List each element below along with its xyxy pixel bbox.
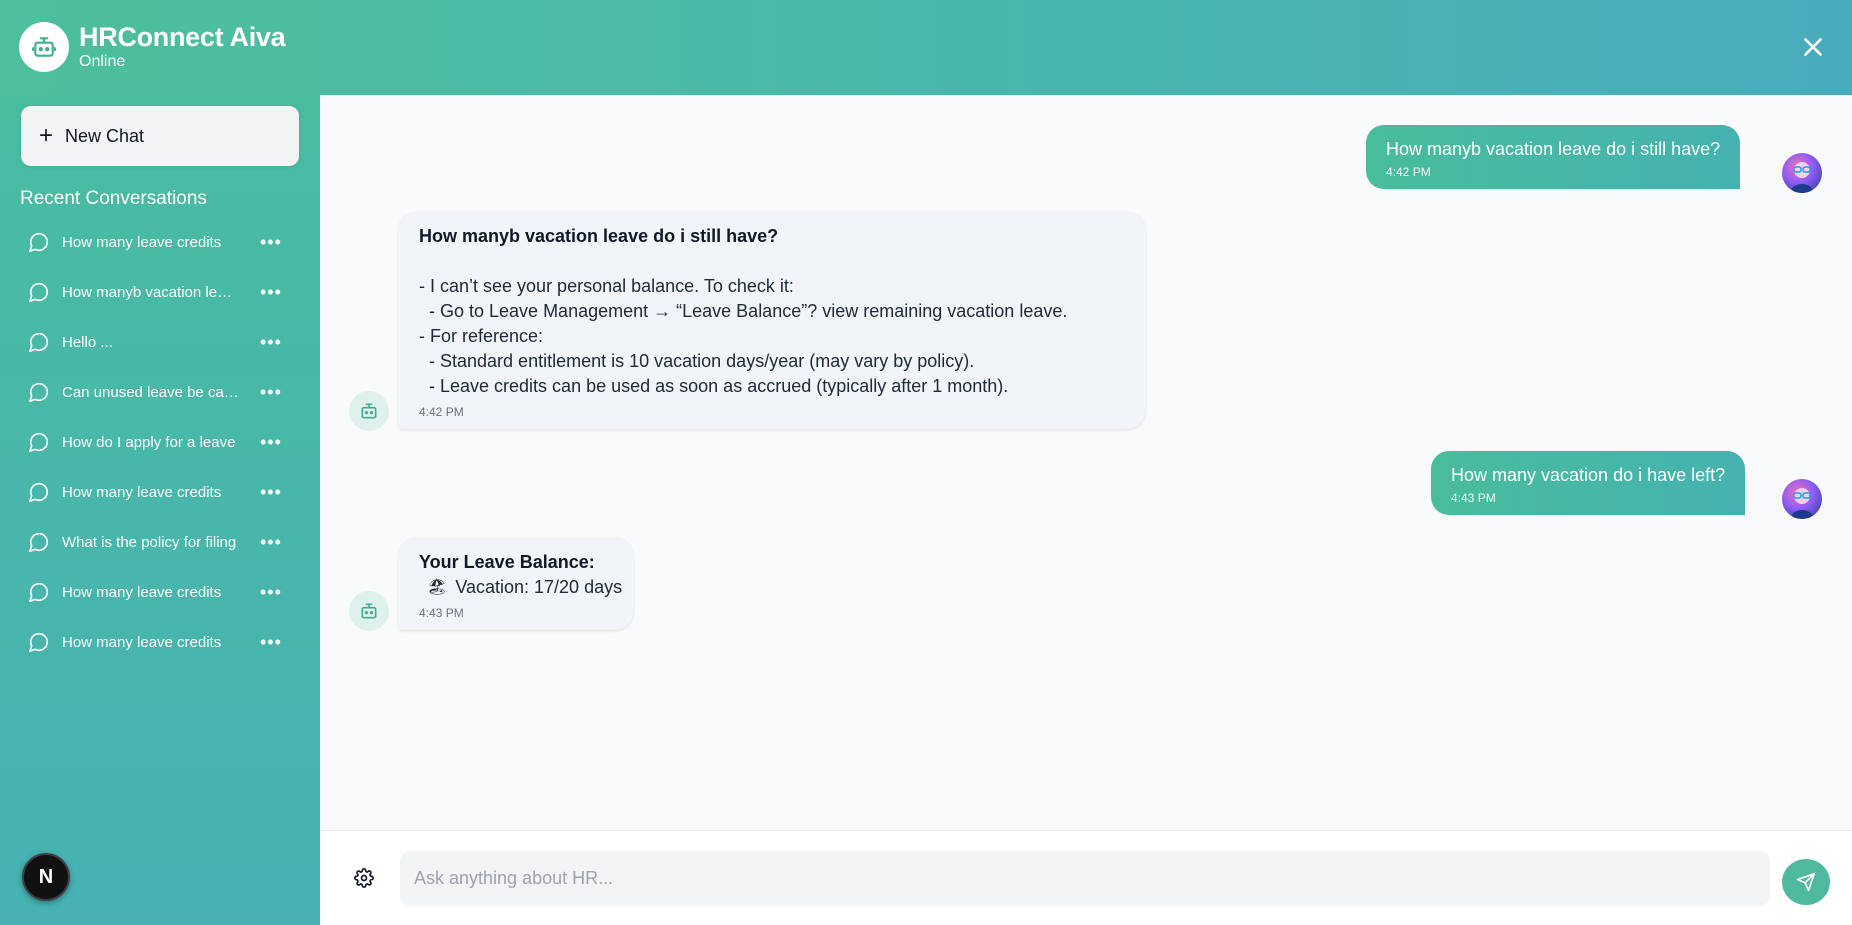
bot-avatar <box>349 391 389 431</box>
user-message: How manyb vacation leave do i still have… <box>1366 125 1741 189</box>
chat-bubble-icon <box>29 382 49 402</box>
chat-bubble-icon <box>29 282 49 302</box>
message-text: How manyb vacation leave do i still have… <box>1386 139 1721 159</box>
conversation-item[interactable]: How many leave credits ••• <box>20 567 300 617</box>
conversation-item[interactable]: What is the policy for filing ••• <box>20 517 300 567</box>
message-time: 4:42 PM <box>1386 165 1431 179</box>
brand: HRConnect Aiva Online <box>19 22 286 72</box>
message-time: 4:42 PM <box>419 405 464 419</box>
conversation-label: How manyb vacation leave <box>62 283 240 301</box>
conversation-label: How many leave credits <box>62 483 222 501</box>
more-options-icon[interactable]: ••• <box>260 483 282 501</box>
conversation-list: How many leave credits ••• How manyb vac… <box>20 217 300 667</box>
message-heading: How manyb vacation leave do i still have… <box>419 226 779 246</box>
message-line: - I can’t see your personal balance. To … <box>419 276 794 296</box>
conversation-label: Can unused leave be carried <box>62 383 240 401</box>
robot-icon <box>361 403 377 419</box>
bot-message: Your Leave Balance: 🏖 Vacation: 17/20 da… <box>399 538 633 630</box>
more-options-icon[interactable]: ••• <box>260 433 282 451</box>
more-options-icon[interactable]: ••• <box>260 333 282 351</box>
chat-bubble-icon <box>29 332 49 352</box>
send-button[interactable] <box>1782 859 1830 905</box>
more-options-icon[interactable]: ••• <box>260 533 282 551</box>
more-options-icon[interactable]: ••• <box>260 283 282 301</box>
conversation-label: How many leave credits <box>62 633 222 651</box>
user-message: How many vacation do i have left? 4:43 P… <box>1431 451 1746 515</box>
robot-icon <box>361 603 377 619</box>
message-line: - Go to Leave Management → “Leave Balanc… <box>419 301 1068 321</box>
chat-area: How manyb vacation leave do i still have… <box>320 95 1852 830</box>
message-heading: Your Leave Balance: <box>419 552 595 572</box>
message-time: 4:43 PM <box>1451 491 1496 505</box>
new-chat-label: New Chat <box>65 125 145 146</box>
conversation-item[interactable]: Hello ... ••• <box>20 317 300 367</box>
conversation-item[interactable]: How many leave credits ••• <box>20 617 300 667</box>
chat-bubble-icon <box>29 232 49 252</box>
send-icon <box>1796 872 1816 892</box>
bot-message: How manyb vacation leave do i still have… <box>399 212 1145 429</box>
message-line: - For reference: <box>419 326 544 346</box>
chat-bubble-icon <box>29 632 49 652</box>
chat-bubble-icon <box>29 482 49 502</box>
app: HRConnect Aiva Online + New Chat Recent … <box>0 0 1852 925</box>
conversation-label: How many leave credits <box>62 583 222 601</box>
robot-icon <box>19 22 69 72</box>
close-icon <box>1804 38 1822 56</box>
status-text: Online <box>79 53 126 70</box>
message-line: Vacation: 17/20 days <box>455 577 623 597</box>
message-time: 4:43 PM <box>419 606 464 620</box>
header: HRConnect Aiva Online <box>0 0 1852 95</box>
bot-avatar <box>349 591 389 631</box>
more-options-icon[interactable]: ••• <box>260 583 282 601</box>
recent-conversations-heading: Recent Conversations <box>20 188 207 209</box>
conversation-label: What is the policy for filing <box>62 533 237 551</box>
close-button[interactable] <box>1796 30 1830 64</box>
more-options-icon[interactable]: ••• <box>260 633 282 651</box>
gear-icon <box>354 868 374 888</box>
new-chat-button[interactable]: + New Chat <box>21 106 299 166</box>
message-line: - Standard entitlement is 10 vacation da… <box>419 351 975 371</box>
beach-emoji: 🏖 <box>427 579 448 596</box>
n-badge[interactable]: N <box>22 853 70 901</box>
plus-icon: + <box>39 122 54 149</box>
conversation-item[interactable]: How many leave credits ••• <box>20 217 300 267</box>
user-avatar <box>1782 153 1822 193</box>
user-avatar <box>1782 479 1822 519</box>
conversation-item[interactable]: How do I apply for a leave ••• <box>20 417 300 467</box>
conversation-item[interactable]: Can unused leave be carried ••• <box>20 367 300 417</box>
app-title: HRConnect Aiva <box>79 22 286 52</box>
message-line: - Leave credits can be used as soon as a… <box>419 376 1009 396</box>
chat-input[interactable] <box>400 851 1770 906</box>
conversation-label: How many leave credits <box>62 233 222 251</box>
conversation-label: Hello ... <box>62 333 113 351</box>
settings-button[interactable] <box>354 868 378 892</box>
conversation-label: How do I apply for a leave <box>62 433 236 451</box>
chat-bubble-icon <box>29 432 49 452</box>
message-text: How many vacation do i have left? <box>1451 465 1726 485</box>
more-options-icon[interactable]: ••• <box>260 383 282 401</box>
conversation-item[interactable]: How manyb vacation leave ••• <box>20 267 300 317</box>
more-options-icon[interactable]: ••• <box>260 233 282 251</box>
chat-bubble-icon <box>29 532 49 552</box>
conversation-item[interactable]: How many leave credits ••• <box>20 467 300 517</box>
composer <box>320 830 1852 925</box>
chat-bubble-icon <box>29 582 49 602</box>
